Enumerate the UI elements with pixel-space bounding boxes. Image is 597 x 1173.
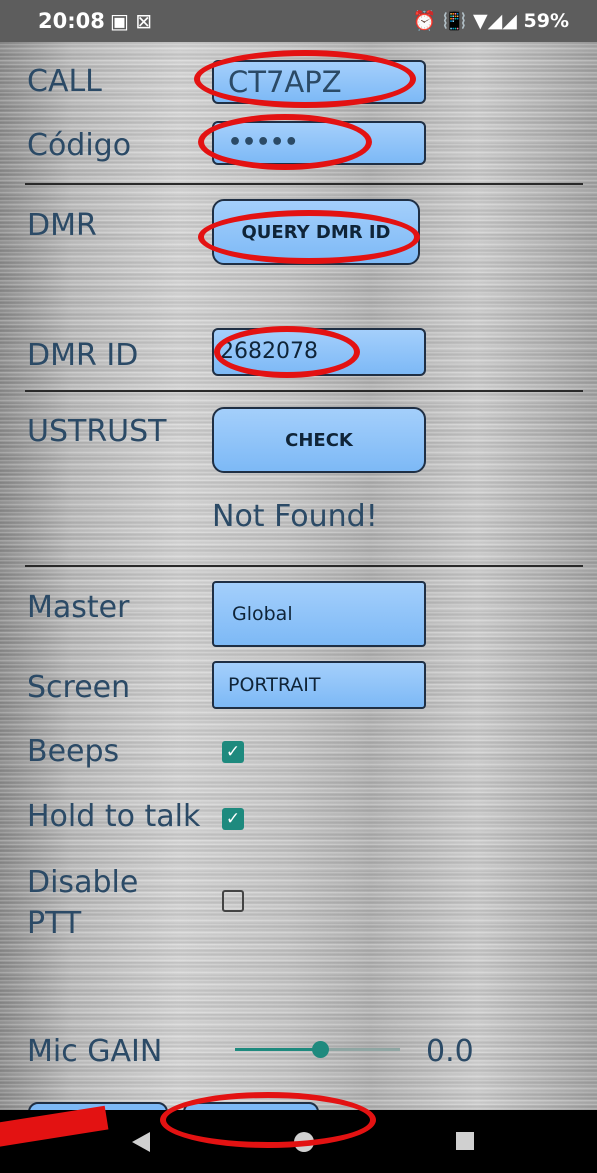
beeps-label: Beeps bbox=[27, 734, 120, 769]
screen-label: Screen bbox=[27, 670, 131, 705]
back-icon[interactable] bbox=[130, 1130, 152, 1154]
master-label: Master bbox=[27, 590, 130, 625]
status-time: 20:08 bbox=[38, 9, 105, 33]
notification-icons: ▣ ⊠ bbox=[110, 9, 153, 33]
disable-ptt-label-line1: Disable bbox=[27, 865, 139, 900]
disable-ptt-checkbox[interactable] bbox=[222, 890, 244, 912]
recents-icon[interactable] bbox=[456, 1132, 474, 1150]
call-label: CALL bbox=[27, 64, 102, 99]
beeps-checkbox[interactable]: ✓ bbox=[222, 741, 244, 763]
master-select[interactable]: Global bbox=[212, 581, 426, 647]
screen-orientation-select[interactable]: PORTRAIT bbox=[212, 661, 426, 709]
section-divider bbox=[25, 390, 583, 392]
annotation-ring-codigo bbox=[198, 114, 372, 170]
mic-gain-label: Mic GAIN bbox=[27, 1034, 163, 1069]
annotation-ring-call bbox=[194, 50, 416, 108]
mic-gain-value: 0.0 bbox=[426, 1034, 474, 1069]
codigo-label: Código bbox=[27, 128, 132, 163]
ustrust-result-text: Not Found! bbox=[212, 499, 378, 534]
disable-ptt-label-line2: PTT bbox=[27, 906, 82, 941]
status-bar: 20:08 ▣ ⊠ ⏰ 📳 ▼◢◢ 59% bbox=[0, 0, 597, 42]
system-status-icons: ⏰ 📳 ▼◢◢ 59% bbox=[412, 10, 569, 32]
mic-gain-slider-track[interactable] bbox=[235, 1041, 400, 1058]
mic-gain-slider-fill bbox=[235, 1048, 320, 1051]
app-screen: 20:08 ▣ ⊠ ⏰ 📳 ▼◢◢ 59% CALL CT7APZ Código… bbox=[0, 0, 597, 1173]
check-button[interactable]: CHECK bbox=[212, 407, 426, 473]
dmr-label: DMR bbox=[27, 208, 97, 243]
hold-to-talk-checkbox[interactable]: ✓ bbox=[222, 808, 244, 830]
ustrust-label: USTRUST bbox=[27, 414, 167, 449]
annotation-ring-bottom bbox=[160, 1092, 376, 1148]
mic-gain-slider-thumb[interactable] bbox=[312, 1041, 329, 1058]
annotation-ring-query bbox=[198, 210, 420, 264]
hold-to-talk-label: Hold to talk bbox=[27, 799, 201, 834]
section-divider bbox=[25, 565, 583, 567]
section-divider bbox=[25, 183, 583, 185]
dmr-id-label: DMR ID bbox=[27, 338, 139, 373]
annotation-ring-dmr-id bbox=[214, 326, 360, 378]
